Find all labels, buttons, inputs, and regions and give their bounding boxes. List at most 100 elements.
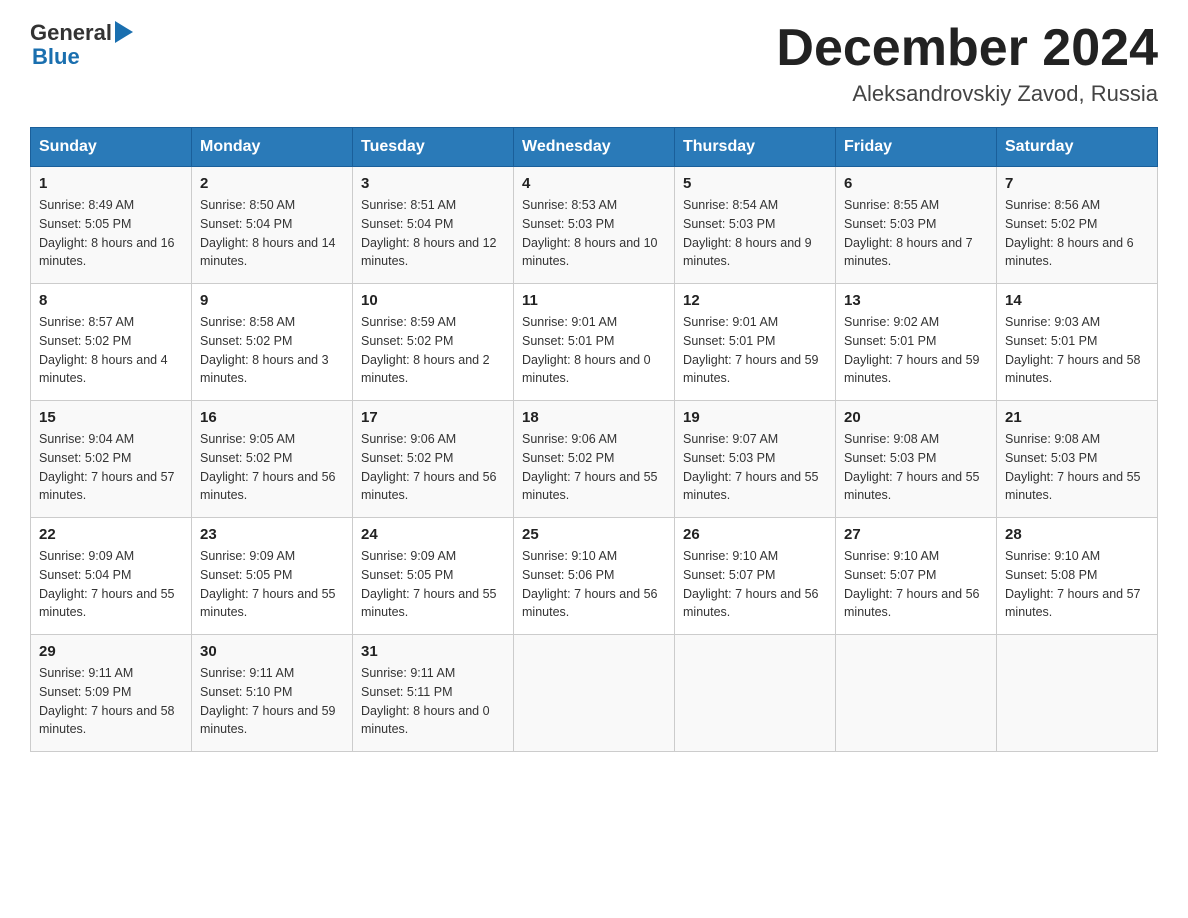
logo-general-text: General (30, 20, 112, 46)
header-day-monday: Monday (192, 128, 353, 167)
day-number: 16 (200, 409, 344, 426)
week-row-1: 1 Sunrise: 8:49 AMSunset: 5:05 PMDayligh… (31, 167, 1158, 284)
day-number: 13 (844, 292, 988, 309)
header-day-thursday: Thursday (675, 128, 836, 167)
calendar-cell: 24 Sunrise: 9:09 AMSunset: 5:05 PMDaylig… (353, 518, 514, 635)
day-number: 29 (39, 643, 183, 660)
calendar-cell (675, 635, 836, 752)
month-title: December 2024 (776, 20, 1158, 77)
calendar-cell: 15 Sunrise: 9:04 AMSunset: 5:02 PMDaylig… (31, 401, 192, 518)
day-number: 18 (522, 409, 666, 426)
calendar-cell: 10 Sunrise: 8:59 AMSunset: 5:02 PMDaylig… (353, 284, 514, 401)
calendar-cell: 3 Sunrise: 8:51 AMSunset: 5:04 PMDayligh… (353, 167, 514, 284)
day-number: 1 (39, 175, 183, 192)
day-info: Sunrise: 8:54 AMSunset: 5:03 PMDaylight:… (683, 196, 827, 271)
calendar-cell: 30 Sunrise: 9:11 AMSunset: 5:10 PMDaylig… (192, 635, 353, 752)
day-info: Sunrise: 9:09 AMSunset: 5:04 PMDaylight:… (39, 547, 183, 622)
day-info: Sunrise: 8:50 AMSunset: 5:04 PMDaylight:… (200, 196, 344, 271)
day-number: 14 (1005, 292, 1149, 309)
day-info: Sunrise: 9:06 AMSunset: 5:02 PMDaylight:… (522, 430, 666, 505)
week-row-2: 8 Sunrise: 8:57 AMSunset: 5:02 PMDayligh… (31, 284, 1158, 401)
day-number: 5 (683, 175, 827, 192)
day-info: Sunrise: 9:09 AMSunset: 5:05 PMDaylight:… (361, 547, 505, 622)
day-info: Sunrise: 8:59 AMSunset: 5:02 PMDaylight:… (361, 313, 505, 388)
day-info: Sunrise: 8:57 AMSunset: 5:02 PMDaylight:… (39, 313, 183, 388)
day-number: 28 (1005, 526, 1149, 543)
header-day-sunday: Sunday (31, 128, 192, 167)
day-number: 19 (683, 409, 827, 426)
day-number: 2 (200, 175, 344, 192)
day-info: Sunrise: 9:08 AMSunset: 5:03 PMDaylight:… (844, 430, 988, 505)
calendar-cell: 4 Sunrise: 8:53 AMSunset: 5:03 PMDayligh… (514, 167, 675, 284)
day-info: Sunrise: 8:51 AMSunset: 5:04 PMDaylight:… (361, 196, 505, 271)
calendar-header: SundayMondayTuesdayWednesdayThursdayFrid… (31, 128, 1158, 167)
day-info: Sunrise: 9:08 AMSunset: 5:03 PMDaylight:… (1005, 430, 1149, 505)
day-info: Sunrise: 9:01 AMSunset: 5:01 PMDaylight:… (683, 313, 827, 388)
calendar-cell: 22 Sunrise: 9:09 AMSunset: 5:04 PMDaylig… (31, 518, 192, 635)
day-info: Sunrise: 9:05 AMSunset: 5:02 PMDaylight:… (200, 430, 344, 505)
calendar-cell: 19 Sunrise: 9:07 AMSunset: 5:03 PMDaylig… (675, 401, 836, 518)
calendar-cell: 27 Sunrise: 9:10 AMSunset: 5:07 PMDaylig… (836, 518, 997, 635)
day-number: 17 (361, 409, 505, 426)
calendar-cell (514, 635, 675, 752)
day-number: 27 (844, 526, 988, 543)
day-number: 12 (683, 292, 827, 309)
day-info: Sunrise: 9:11 AMSunset: 5:11 PMDaylight:… (361, 664, 505, 739)
title-block: December 2024 Aleksandrovskiy Zavod, Rus… (776, 20, 1158, 107)
week-row-4: 22 Sunrise: 9:09 AMSunset: 5:04 PMDaylig… (31, 518, 1158, 635)
calendar-cell: 6 Sunrise: 8:55 AMSunset: 5:03 PMDayligh… (836, 167, 997, 284)
logo-blue-text: Blue (32, 44, 80, 70)
day-info: Sunrise: 9:10 AMSunset: 5:08 PMDaylight:… (1005, 547, 1149, 622)
calendar-cell: 8 Sunrise: 8:57 AMSunset: 5:02 PMDayligh… (31, 284, 192, 401)
calendar-cell: 21 Sunrise: 9:08 AMSunset: 5:03 PMDaylig… (997, 401, 1158, 518)
header-day-tuesday: Tuesday (353, 128, 514, 167)
calendar-cell: 14 Sunrise: 9:03 AMSunset: 5:01 PMDaylig… (997, 284, 1158, 401)
calendar-cell: 25 Sunrise: 9:10 AMSunset: 5:06 PMDaylig… (514, 518, 675, 635)
calendar-cell: 16 Sunrise: 9:05 AMSunset: 5:02 PMDaylig… (192, 401, 353, 518)
header-day-wednesday: Wednesday (514, 128, 675, 167)
day-info: Sunrise: 9:10 AMSunset: 5:06 PMDaylight:… (522, 547, 666, 622)
day-info: Sunrise: 9:07 AMSunset: 5:03 PMDaylight:… (683, 430, 827, 505)
calendar-cell: 20 Sunrise: 9:08 AMSunset: 5:03 PMDaylig… (836, 401, 997, 518)
calendar-cell: 26 Sunrise: 9:10 AMSunset: 5:07 PMDaylig… (675, 518, 836, 635)
day-number: 25 (522, 526, 666, 543)
day-number: 31 (361, 643, 505, 660)
calendar-cell (997, 635, 1158, 752)
day-number: 24 (361, 526, 505, 543)
day-number: 9 (200, 292, 344, 309)
day-number: 20 (844, 409, 988, 426)
day-info: Sunrise: 8:49 AMSunset: 5:05 PMDaylight:… (39, 196, 183, 271)
day-info: Sunrise: 8:55 AMSunset: 5:03 PMDaylight:… (844, 196, 988, 271)
day-number: 11 (522, 292, 666, 309)
calendar-body: 1 Sunrise: 8:49 AMSunset: 5:05 PMDayligh… (31, 167, 1158, 752)
day-number: 21 (1005, 409, 1149, 426)
day-number: 6 (844, 175, 988, 192)
calendar-cell: 31 Sunrise: 9:11 AMSunset: 5:11 PMDaylig… (353, 635, 514, 752)
day-number: 23 (200, 526, 344, 543)
logo-triangle-icon (115, 21, 133, 43)
calendar-cell: 7 Sunrise: 8:56 AMSunset: 5:02 PMDayligh… (997, 167, 1158, 284)
calendar-cell: 13 Sunrise: 9:02 AMSunset: 5:01 PMDaylig… (836, 284, 997, 401)
day-number: 3 (361, 175, 505, 192)
day-number: 30 (200, 643, 344, 660)
day-info: Sunrise: 9:01 AMSunset: 5:01 PMDaylight:… (522, 313, 666, 388)
calendar-cell: 11 Sunrise: 9:01 AMSunset: 5:01 PMDaylig… (514, 284, 675, 401)
header-day-saturday: Saturday (997, 128, 1158, 167)
calendar-cell: 5 Sunrise: 8:54 AMSunset: 5:03 PMDayligh… (675, 167, 836, 284)
day-info: Sunrise: 8:53 AMSunset: 5:03 PMDaylight:… (522, 196, 666, 271)
day-number: 15 (39, 409, 183, 426)
calendar-cell: 1 Sunrise: 8:49 AMSunset: 5:05 PMDayligh… (31, 167, 192, 284)
day-number: 7 (1005, 175, 1149, 192)
week-row-3: 15 Sunrise: 9:04 AMSunset: 5:02 PMDaylig… (31, 401, 1158, 518)
calendar-cell (836, 635, 997, 752)
calendar-cell: 29 Sunrise: 9:11 AMSunset: 5:09 PMDaylig… (31, 635, 192, 752)
day-info: Sunrise: 9:10 AMSunset: 5:07 PMDaylight:… (683, 547, 827, 622)
calendar-cell: 2 Sunrise: 8:50 AMSunset: 5:04 PMDayligh… (192, 167, 353, 284)
day-info: Sunrise: 9:02 AMSunset: 5:01 PMDaylight:… (844, 313, 988, 388)
day-info: Sunrise: 8:56 AMSunset: 5:02 PMDaylight:… (1005, 196, 1149, 271)
day-number: 8 (39, 292, 183, 309)
calendar-cell: 28 Sunrise: 9:10 AMSunset: 5:08 PMDaylig… (997, 518, 1158, 635)
day-info: Sunrise: 9:04 AMSunset: 5:02 PMDaylight:… (39, 430, 183, 505)
logo: General Blue (30, 20, 133, 70)
week-row-5: 29 Sunrise: 9:11 AMSunset: 5:09 PMDaylig… (31, 635, 1158, 752)
